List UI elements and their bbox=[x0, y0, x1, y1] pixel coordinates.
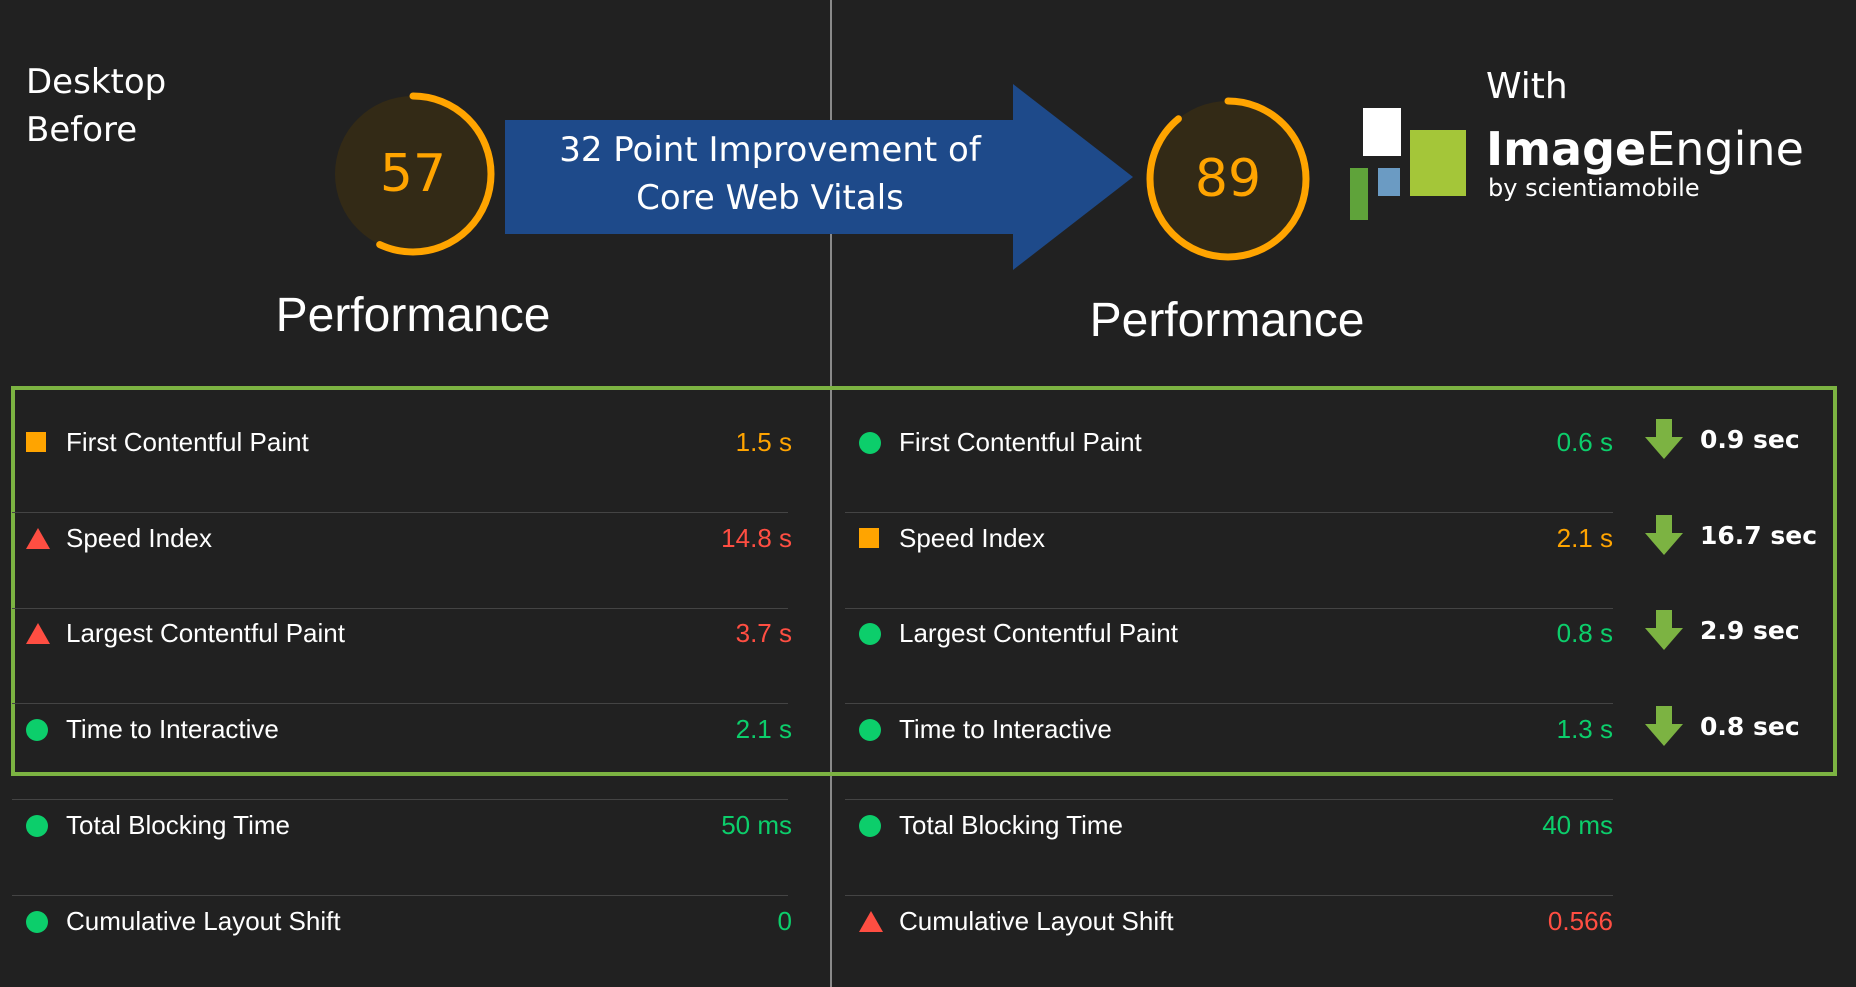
metric-value: 0.6 s bbox=[1556, 427, 1613, 457]
metric-name: Total Blocking Time bbox=[66, 810, 290, 840]
performance-label-before: Performance bbox=[275, 289, 551, 342]
average-indicator-icon bbox=[859, 528, 879, 548]
pass-indicator-icon bbox=[26, 911, 48, 933]
row-divider bbox=[845, 512, 1613, 513]
row-divider bbox=[845, 895, 1613, 896]
imageengine-logo-text: ImageEngine bbox=[1486, 122, 1804, 176]
pass-indicator-icon bbox=[26, 815, 48, 837]
metric-name: First Contentful Paint bbox=[66, 427, 309, 457]
row-divider bbox=[12, 703, 788, 704]
metric-row: First Contentful Paint 1.5 s bbox=[12, 427, 792, 513]
metric-value: 0.8 s bbox=[1556, 618, 1613, 648]
fail-indicator-icon bbox=[859, 911, 883, 932]
row-divider bbox=[845, 799, 1613, 800]
metric-name: Speed Index bbox=[899, 523, 1046, 553]
row-divider bbox=[12, 608, 788, 609]
row-divider bbox=[845, 703, 1613, 704]
metric-value: 14.8 s bbox=[721, 523, 792, 553]
metric-row: Largest Contentful Paint 3.7 s bbox=[12, 618, 792, 704]
pass-indicator-icon bbox=[26, 719, 48, 741]
delta-value: 2.9 sec bbox=[1700, 616, 1800, 645]
metric-name: Time to Interactive bbox=[899, 714, 1112, 744]
metric-value: 3.7 s bbox=[735, 618, 792, 648]
desktop-before-label: Desktop Before bbox=[26, 58, 166, 154]
metric-name: Largest Contentful Paint bbox=[66, 618, 345, 648]
down-arrow-icon bbox=[1645, 515, 1683, 555]
metric-row: First Contentful Paint 0.6 s 0.9 sec bbox=[845, 419, 1845, 513]
metric-name: Largest Contentful Paint bbox=[899, 618, 1178, 648]
pass-indicator-icon bbox=[859, 432, 881, 454]
metric-row: Cumulative Layout Shift 0 bbox=[12, 906, 792, 970]
metric-value: 2.1 s bbox=[735, 714, 792, 744]
metric-row: Total Blocking Time 50 ms bbox=[12, 810, 792, 896]
metric-row: Speed Index 2.1 s 16.7 sec bbox=[845, 515, 1845, 609]
logo-regular-word: Engine bbox=[1646, 122, 1804, 176]
metric-row: Speed Index 14.8 s bbox=[12, 523, 792, 609]
metric-value: 0 bbox=[777, 906, 792, 936]
row-divider bbox=[12, 895, 788, 896]
metric-row: Cumulative Layout Shift 0.566 bbox=[845, 906, 1845, 970]
down-arrow-icon bbox=[1645, 706, 1683, 746]
metric-row: Total Blocking Time 40 ms bbox=[845, 810, 1845, 896]
performance-label-after: Performance bbox=[1089, 294, 1365, 347]
metric-row: Time to Interactive 2.1 s bbox=[12, 714, 792, 800]
score-after: 89 bbox=[1194, 149, 1262, 209]
metric-value: 50 ms bbox=[721, 810, 792, 840]
pass-indicator-icon bbox=[859, 719, 881, 741]
performance-gauge-after: 89 bbox=[1143, 94, 1313, 264]
fail-indicator-icon bbox=[26, 528, 50, 549]
metric-name: Time to Interactive bbox=[66, 714, 279, 744]
down-arrow-icon bbox=[1645, 610, 1683, 650]
metric-value: 1.5 s bbox=[735, 427, 792, 457]
fail-indicator-icon bbox=[26, 623, 50, 644]
metric-row: Time to Interactive 1.3 s 0.8 sec bbox=[845, 706, 1845, 800]
row-divider bbox=[845, 608, 1613, 609]
metric-value: 2.1 s bbox=[1556, 523, 1613, 553]
logo-bold-word: Image bbox=[1486, 122, 1647, 176]
label-line-2: Before bbox=[26, 110, 138, 150]
imageengine-logo-icon bbox=[1350, 108, 1466, 220]
pass-indicator-icon bbox=[859, 815, 881, 837]
delta-value: 16.7 sec bbox=[1700, 521, 1818, 550]
delta-value: 0.8 sec bbox=[1700, 712, 1800, 741]
down-arrow-icon bbox=[1645, 419, 1683, 459]
metric-name: Cumulative Layout Shift bbox=[899, 906, 1174, 936]
logo-subtitle: by scientiamobile bbox=[1488, 174, 1700, 202]
metric-name: First Contentful Paint bbox=[899, 427, 1142, 457]
delta-value: 0.9 sec bbox=[1700, 425, 1800, 454]
average-indicator-icon bbox=[26, 432, 46, 452]
metric-value: 0.566 bbox=[1547, 906, 1613, 936]
score-before: 57 bbox=[379, 144, 447, 204]
metric-value: 40 ms bbox=[1542, 810, 1613, 840]
metric-row: Largest Contentful Paint 0.8 s 2.9 sec bbox=[845, 610, 1845, 704]
label-line-1: Desktop bbox=[26, 62, 167, 102]
performance-gauge-before: 57 bbox=[328, 89, 498, 259]
row-divider bbox=[12, 799, 788, 800]
with-label: With bbox=[1486, 66, 1568, 107]
improvement-banner-text: 32 Point Improvement of Core Web Vitals bbox=[505, 126, 1035, 222]
metric-name: Cumulative Layout Shift bbox=[66, 906, 341, 936]
banner-line-2: Core Web Vitals bbox=[636, 178, 904, 218]
metric-name: Total Blocking Time bbox=[899, 810, 1123, 840]
pass-indicator-icon bbox=[859, 623, 881, 645]
metric-value: 1.3 s bbox=[1556, 714, 1613, 744]
row-divider bbox=[12, 512, 788, 513]
banner-line-1: 32 Point Improvement of bbox=[559, 130, 981, 170]
metric-name: Speed Index bbox=[66, 523, 213, 553]
